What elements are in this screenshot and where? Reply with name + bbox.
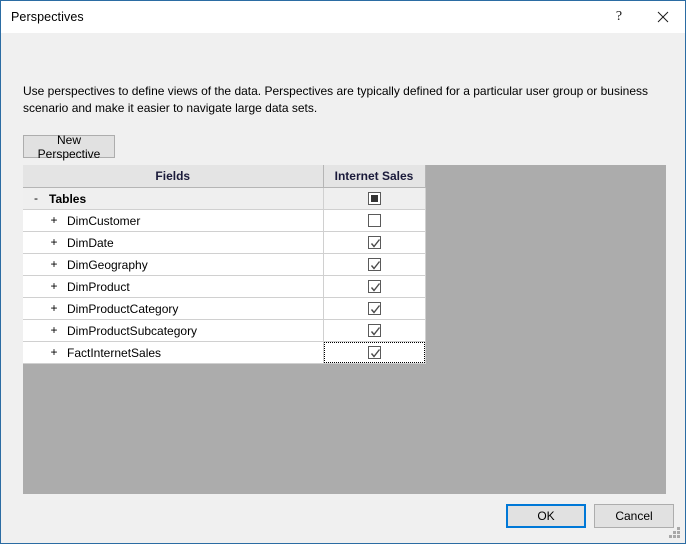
- table-row[interactable]: + DimProduct: [23, 275, 426, 298]
- perspectives-dialog: Perspectives ? Use perspectives to defin…: [0, 0, 686, 544]
- checkbox-cell[interactable]: [323, 253, 426, 276]
- table-row[interactable]: + DimGeography: [23, 253, 426, 276]
- cancel-button[interactable]: Cancel: [594, 504, 674, 528]
- checkbox-checked-icon[interactable]: [367, 280, 381, 293]
- grid-header-row: Fields Internet Sales: [23, 165, 426, 188]
- dialog-body: Use perspectives to define views of the …: [1, 33, 685, 543]
- checkbox-indeterminate-icon[interactable]: [367, 192, 381, 205]
- table-row[interactable]: + DimProductCategory: [23, 297, 426, 320]
- expand-icon[interactable]: +: [47, 254, 61, 275]
- table-row[interactable]: + DimDate: [23, 231, 426, 254]
- checkbox-wrapper[interactable]: [324, 320, 425, 341]
- table-row[interactable]: - Tables: [23, 187, 426, 210]
- close-button[interactable]: [641, 1, 685, 33]
- collapse-icon[interactable]: -: [29, 188, 43, 209]
- field-cell[interactable]: + DimProductCategory: [23, 297, 324, 320]
- checkbox-cell[interactable]: [323, 187, 426, 210]
- checkbox-wrapper[interactable]: [324, 254, 425, 275]
- window-title: Perspectives: [11, 10, 84, 24]
- title-bar-buttons: ?: [597, 1, 685, 33]
- field-label: FactInternetSales: [67, 345, 162, 360]
- checkbox-unchecked-icon[interactable]: [367, 214, 381, 227]
- expand-icon[interactable]: +: [47, 298, 61, 319]
- description-text: Use perspectives to define views of the …: [23, 84, 648, 115]
- field-cell[interactable]: + DimDate: [23, 231, 324, 254]
- checkbox-wrapper[interactable]: [324, 210, 425, 231]
- field-cell[interactable]: + DimProductSubcategory: [23, 319, 324, 342]
- expand-icon[interactable]: +: [47, 320, 61, 341]
- checkbox-cell[interactable]: [323, 319, 426, 342]
- new-perspective-button[interactable]: New Perspective: [23, 133, 115, 161]
- field-cell[interactable]: + FactInternetSales: [23, 341, 324, 364]
- perspectives-grid-panel: Fields Internet Sales - Tables + DimCustome…: [23, 165, 666, 528]
- focused-checkbox-cell[interactable]: [323, 342, 425, 363]
- field-cell[interactable]: + DimProduct: [23, 275, 324, 298]
- expand-icon[interactable]: +: [47, 276, 61, 297]
- help-button[interactable]: ?: [597, 1, 641, 33]
- checkbox-wrapper[interactable]: [324, 232, 425, 253]
- checkbox-wrapper[interactable]: [324, 188, 425, 209]
- expand-icon[interactable]: +: [47, 210, 61, 231]
- table-row[interactable]: + FactInternetSales: [23, 341, 426, 364]
- checkbox-cell[interactable]: [323, 209, 426, 232]
- field-label: DimProductSubcategory: [67, 323, 198, 338]
- table-row[interactable]: + DimProductSubcategory: [23, 319, 426, 342]
- perspectives-grid: Fields Internet Sales - Tables + DimCustome…: [23, 165, 426, 364]
- checkbox-checked-icon[interactable]: [367, 236, 381, 249]
- title-bar: Perspectives ?: [1, 1, 685, 33]
- field-label: DimProduct: [67, 279, 130, 294]
- table-row[interactable]: + DimCustomer: [23, 209, 426, 232]
- column-header-internet-sales[interactable]: Internet Sales: [323, 165, 426, 188]
- checkbox-cell[interactable]: [323, 231, 426, 254]
- grid-body: - Tables + DimCustomer + DimDate + DimGeography…: [23, 187, 426, 364]
- checkbox-wrapper[interactable]: [324, 276, 425, 297]
- checkbox-checked-icon[interactable]: [367, 258, 381, 271]
- dialog-footer: OK Cancel: [1, 494, 685, 543]
- checkbox-checked-icon[interactable]: [367, 324, 381, 337]
- grid-header: Fields Internet Sales: [23, 165, 426, 188]
- checkbox-cell[interactable]: [323, 341, 426, 364]
- checkbox-checked-icon[interactable]: [367, 302, 381, 315]
- checkbox-cell[interactable]: [323, 275, 426, 298]
- ok-button[interactable]: OK: [506, 504, 586, 528]
- field-label: DimProductCategory: [67, 301, 179, 316]
- resize-gripper-icon[interactable]: [668, 526, 681, 539]
- close-icon: [657, 11, 669, 23]
- field-label: Tables: [49, 191, 87, 206]
- checkbox-cell[interactable]: [323, 297, 426, 320]
- field-label: DimDate: [67, 235, 114, 250]
- field-label: DimCustomer: [67, 213, 141, 228]
- field-label: DimGeography: [67, 257, 148, 272]
- column-header-fields[interactable]: Fields: [23, 165, 324, 188]
- checkbox-checked-icon[interactable]: [367, 346, 381, 359]
- expand-icon[interactable]: +: [47, 342, 61, 363]
- checkbox-wrapper[interactable]: [324, 298, 425, 319]
- field-cell[interactable]: + DimCustomer: [23, 209, 324, 232]
- field-cell[interactable]: - Tables: [23, 187, 324, 210]
- field-cell[interactable]: + DimGeography: [23, 253, 324, 276]
- expand-icon[interactable]: +: [47, 232, 61, 253]
- question-mark-icon: ?: [615, 9, 623, 24]
